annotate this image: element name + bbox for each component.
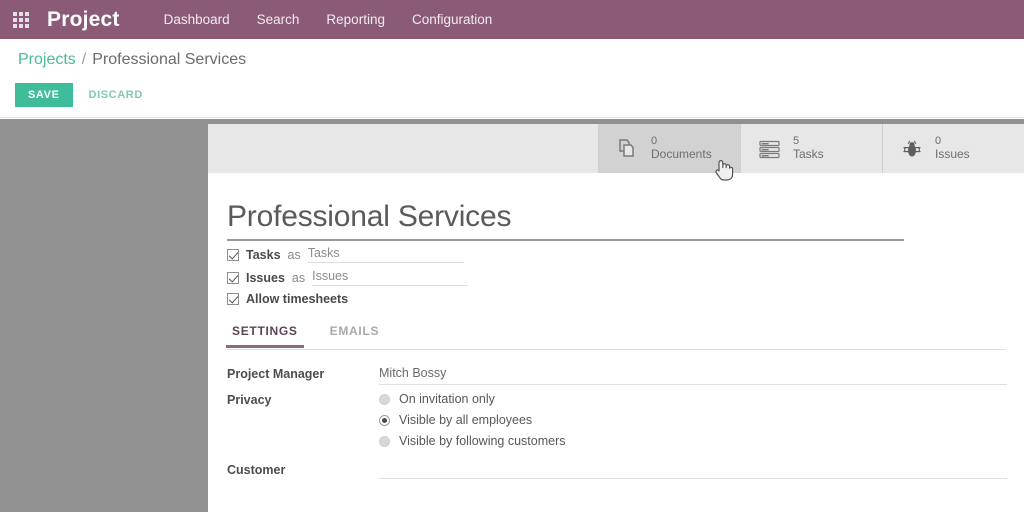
stat-button-tasks-text: 5 Tasks bbox=[793, 135, 824, 161]
stat-label-documents: Documents bbox=[651, 146, 712, 161]
stat-button-issues[interactable]: 0 Issues bbox=[882, 124, 1024, 173]
radio-option-visible-all-employees[interactable]: Visible by all employees bbox=[379, 413, 1007, 427]
nav-item-dashboard[interactable]: Dashboard bbox=[164, 12, 230, 27]
issues-alias-input[interactable]: Issues bbox=[312, 269, 469, 286]
stat-button-tasks[interactable]: 5 Tasks bbox=[740, 124, 882, 173]
checkbox-label-allow-timesheets: Allow timesheets bbox=[246, 292, 349, 306]
field-row-project-manager: Project Manager Mitch Bossy bbox=[227, 366, 1007, 385]
radio-icon-on-invitation-only[interactable] bbox=[379, 393, 390, 405]
save-button[interactable]: SAVE bbox=[15, 83, 73, 107]
checkbox-tasks[interactable] bbox=[227, 248, 239, 261]
nav-item-configuration[interactable]: Configuration bbox=[412, 12, 492, 27]
tasks-alias-input[interactable]: Tasks bbox=[307, 246, 464, 263]
project-manager-input[interactable]: Mitch Bossy bbox=[379, 366, 1007, 385]
breadcrumb: Projects / Professional Services bbox=[18, 51, 246, 69]
field-row-privacy: Privacy On invitation only Visible by al… bbox=[227, 392, 1007, 448]
discard-button[interactable]: DISCARD bbox=[85, 83, 147, 107]
nav-item-reporting[interactable]: Reporting bbox=[326, 12, 385, 27]
radio-icon-visible-all-employees[interactable] bbox=[379, 414, 390, 426]
checkbox-allow-timesheets[interactable] bbox=[227, 293, 239, 305]
app-screen: Project Dashboard Search Reporting Confi… bbox=[0, 0, 1024, 512]
checkbox-row-issues: Issues as Issues bbox=[227, 269, 469, 286]
title-divider bbox=[227, 239, 904, 241]
form-action-buttons: SAVE DISCARD bbox=[15, 83, 147, 107]
stat-button-documents-text: 0 Documents bbox=[651, 135, 712, 161]
checkbox-row-tasks: Tasks as Tasks bbox=[227, 246, 464, 263]
checkbox-row-timesheets: Allow timesheets bbox=[227, 292, 348, 306]
field-label-customer: Customer bbox=[227, 463, 286, 477]
radio-icon-visible-following-customers[interactable] bbox=[379, 435, 390, 447]
checkbox-issues[interactable] bbox=[227, 271, 239, 284]
field-label-privacy: Privacy bbox=[227, 393, 272, 407]
checkbox-label-tasks: Tasks bbox=[246, 247, 281, 262]
radio-option-on-invitation-only[interactable]: On invitation only bbox=[379, 392, 1007, 406]
radio-label-visible-all-employees: Visible by all employees bbox=[399, 413, 533, 427]
breadcrumb-separator: / bbox=[81, 51, 87, 68]
stat-button-documents[interactable]: 0 Documents bbox=[598, 124, 740, 173]
radio-label-on-invitation-only: On invitation only bbox=[399, 392, 495, 406]
documents-icon bbox=[615, 136, 641, 162]
top-navbar: Project Dashboard Search Reporting Confi… bbox=[0, 0, 1024, 39]
checkbox-label-issues: Issues bbox=[246, 270, 285, 285]
privacy-radio-group: On invitation only Visible by all employ… bbox=[379, 392, 1007, 448]
app-brand-title[interactable]: Project bbox=[47, 8, 120, 32]
radio-option-visible-following-customers[interactable]: Visible by following customers bbox=[379, 434, 1007, 448]
stat-button-issues-text: 0 Issues bbox=[935, 135, 970, 161]
field-label-project-manager: Project Manager bbox=[227, 367, 325, 381]
customer-input[interactable] bbox=[379, 462, 1007, 479]
bug-icon bbox=[899, 136, 925, 162]
list-icon bbox=[757, 136, 783, 162]
checkbox-connector-issues: as bbox=[291, 270, 306, 285]
page-title: Professional Services bbox=[227, 200, 512, 233]
breadcrumb-current: Professional Services bbox=[92, 51, 247, 68]
radio-label-visible-following-customers: Visible by following customers bbox=[399, 434, 566, 448]
tab-emails[interactable]: EMAILS bbox=[324, 324, 386, 345]
stat-label-issues: Issues bbox=[935, 146, 970, 161]
checkbox-connector-tasks: as bbox=[287, 247, 301, 262]
field-row-customer: Customer bbox=[227, 462, 1007, 479]
tab-settings[interactable]: SETTINGS bbox=[226, 324, 304, 348]
form-tabs: SETTINGS EMAILS bbox=[226, 324, 1006, 350]
control-panel: Projects / Professional Services SAVE DI… bbox=[0, 39, 1024, 118]
stat-button-bar: 0 Documents 5 Tasks 0 Issues bbox=[208, 124, 1024, 173]
breadcrumb-root-link[interactable]: Projects bbox=[18, 51, 76, 69]
form-sheet: 0 Documents 5 Tasks 0 Issues Professiona… bbox=[208, 124, 1024, 512]
apps-grid-icon[interactable] bbox=[11, 10, 31, 30]
stat-label-tasks: Tasks bbox=[793, 146, 824, 161]
navbar-menu: Dashboard Search Reporting Configuration bbox=[164, 12, 493, 27]
nav-item-search[interactable]: Search bbox=[257, 12, 300, 27]
